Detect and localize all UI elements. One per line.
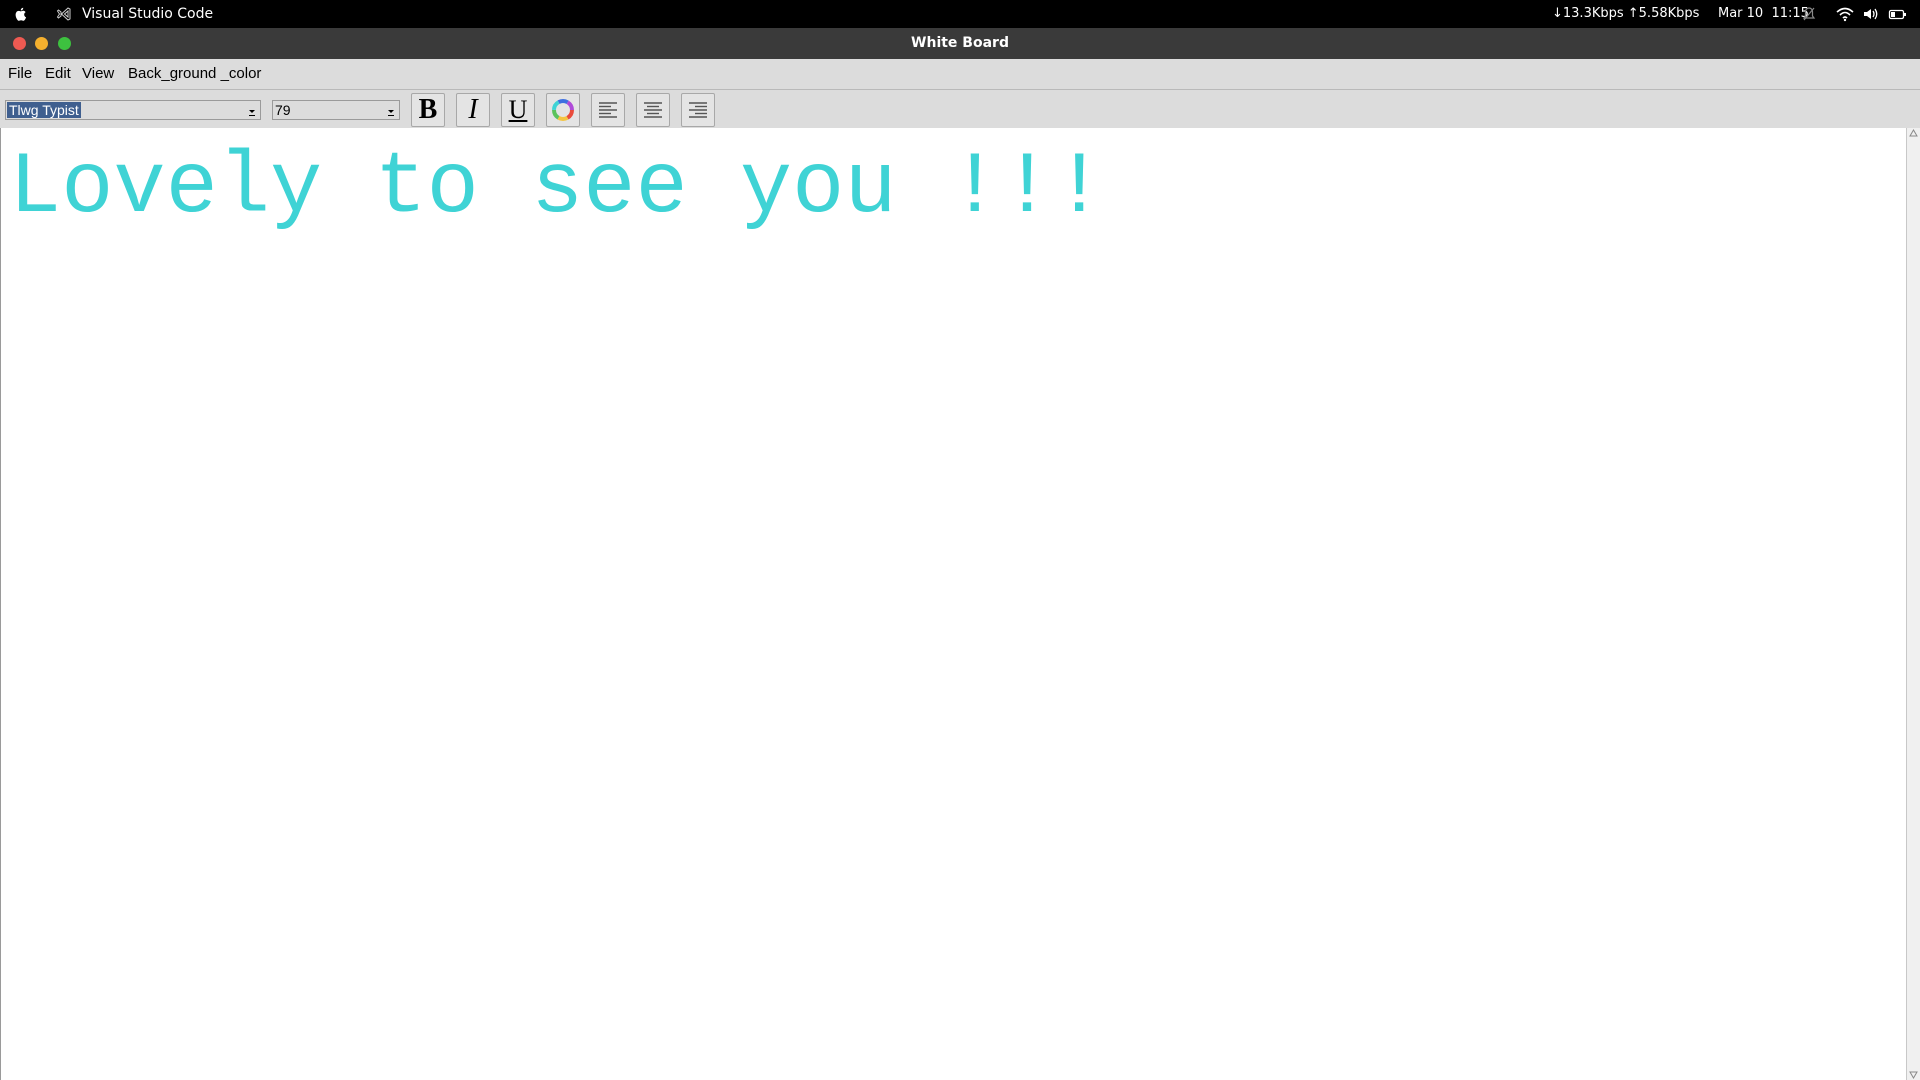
menu-file[interactable]: File: [8, 65, 32, 82]
text-color-button[interactable]: [546, 93, 580, 127]
format-toolbar: Tlwg Typist 79 B I U: [0, 90, 1920, 128]
align-center-icon: [644, 102, 662, 118]
align-left-icon: [599, 102, 617, 118]
scroll-up-icon[interactable]: [1909, 129, 1918, 137]
active-app-name[interactable]: Visual Studio Code: [82, 6, 213, 22]
font-family-select[interactable]: Tlwg Typist: [5, 100, 261, 120]
wifi-icon[interactable]: [1836, 6, 1854, 22]
menu-view[interactable]: View: [82, 65, 114, 82]
whiteboard-text-area[interactable]: Lovely to see you !!!: [0, 128, 1907, 1080]
underline-icon: U: [508, 95, 528, 124]
chevron-down-icon[interactable]: [247, 105, 257, 117]
italic-button[interactable]: I: [456, 93, 490, 127]
volume-icon[interactable]: [1862, 6, 1880, 22]
font-family-value: Tlwg Typist: [7, 102, 81, 118]
color-wheel-icon: [552, 99, 574, 121]
scroll-down-icon[interactable]: [1909, 1071, 1918, 1079]
font-size-value: 79: [275, 102, 291, 118]
menu-bar: File Edit View Back_ground _color: [0, 59, 1920, 90]
chevron-down-icon[interactable]: [386, 105, 396, 117]
clock[interactable]: Mar 10 11:15: [1718, 6, 1809, 21]
align-right-button[interactable]: [681, 93, 715, 127]
date-text: Mar 10: [1718, 6, 1764, 21]
bold-icon: B: [418, 94, 438, 125]
menu-background-color[interactable]: Back_ground _color: [128, 65, 261, 82]
menu-edit[interactable]: Edit: [45, 65, 71, 82]
apple-icon[interactable]: [13, 6, 29, 22]
vertical-scrollbar[interactable]: [1906, 128, 1920, 1080]
window-title: White Board: [911, 35, 1009, 51]
battery-icon[interactable]: [1888, 6, 1908, 22]
notifications-off-icon[interactable]: [1802, 6, 1816, 22]
system-top-bar: Visual Studio Code ↓13.3Kbps ↑5.58Kbps M…: [0, 0, 1920, 28]
underline-button[interactable]: U: [501, 93, 535, 127]
whiteboard-text[interactable]: Lovely to see you !!!: [9, 146, 1105, 233]
vscode-icon[interactable]: [56, 6, 72, 22]
font-size-select[interactable]: 79: [272, 100, 400, 120]
align-right-icon: [689, 102, 707, 118]
window-title-bar[interactable]: White Board: [0, 28, 1920, 59]
bold-button[interactable]: B: [411, 93, 445, 127]
italic-icon: I: [468, 94, 478, 125]
align-center-button[interactable]: [636, 93, 670, 127]
align-left-button[interactable]: [591, 93, 625, 127]
network-speed: ↓13.3Kbps ↑5.58Kbps: [1552, 6, 1700, 21]
